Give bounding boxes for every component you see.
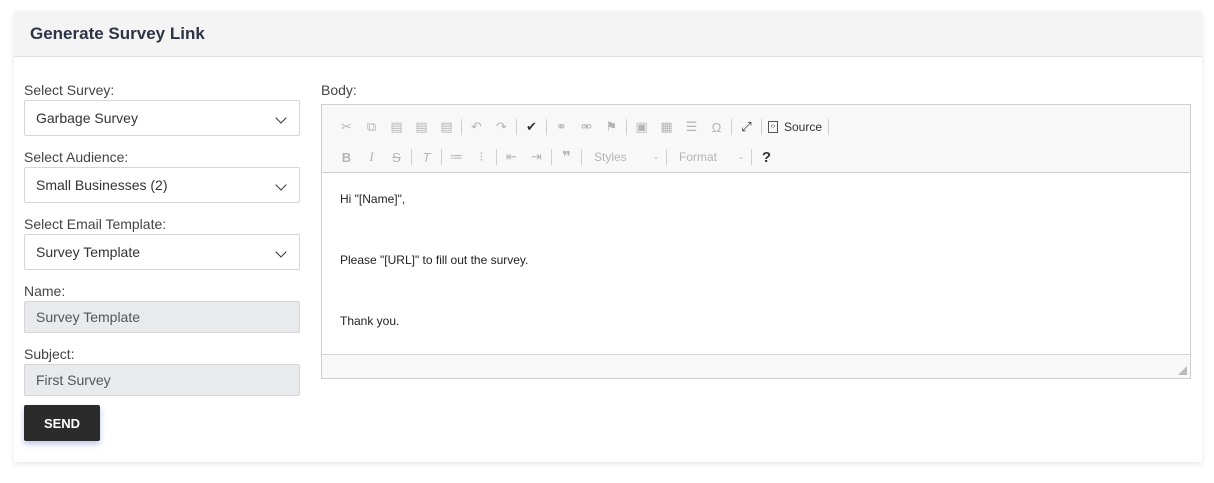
styles-dropdown[interactable]: Styles - xyxy=(584,146,664,168)
redo-icon[interactable]: ↷ xyxy=(489,116,514,138)
source-icon: ‹› xyxy=(768,121,778,133)
remove-format-icon[interactable]: T xyxy=(414,146,439,168)
undo-icon[interactable]: ↶ xyxy=(464,116,489,138)
link-icon[interactable]: ⚭ xyxy=(549,116,574,138)
form-left-column: Select Survey: Garbage Survey Select Aud… xyxy=(24,82,300,441)
template-select[interactable]: Survey Template xyxy=(24,234,300,270)
editor-toolbar: ✂ ⧉ ▤ ▤ ▤ ↶ ↷ ✔ ⚭ ⚮ ⚑ ▣ ▦ ☰ Ω ⤢ ‹› Sourc… xyxy=(322,105,1190,173)
anchor-icon[interactable]: ⚑ xyxy=(599,116,624,138)
name-label: Name: xyxy=(24,283,66,299)
body-paragraph: Please "[URL]" to fill out the survey. xyxy=(340,253,529,267)
table-icon[interactable]: ▦ xyxy=(654,116,679,138)
chevron-down-icon xyxy=(275,112,287,124)
chevron-down-icon: - xyxy=(739,150,743,164)
body-label: Body: xyxy=(321,82,357,98)
styles-label: Styles xyxy=(594,150,627,164)
source-button[interactable]: ‹› Source xyxy=(764,116,826,138)
bold-icon[interactable]: B xyxy=(334,146,359,168)
blockquote-icon[interactable]: ❞ xyxy=(554,146,579,168)
rich-text-editor: ✂ ⧉ ▤ ▤ ▤ ↶ ↷ ✔ ⚭ ⚮ ⚑ ▣ ▦ ☰ Ω ⤢ ‹› Sourc… xyxy=(321,104,1191,379)
audience-select[interactable]: Small Businesses (2) xyxy=(24,167,300,203)
chevron-down-icon xyxy=(275,179,287,191)
strike-icon[interactable]: S xyxy=(384,146,409,168)
survey-select[interactable]: Garbage Survey xyxy=(24,100,300,136)
help-icon[interactable]: ? xyxy=(754,146,779,168)
card-header: Generate Survey Link xyxy=(14,11,1202,57)
subject-label: Subject: xyxy=(24,346,75,362)
subject-field[interactable]: First Survey xyxy=(24,364,300,396)
cut-icon[interactable]: ✂ xyxy=(334,116,359,138)
editor-status-bar xyxy=(322,354,1190,378)
survey-link-card: Generate Survey Link Select Survey: Garb… xyxy=(14,11,1202,462)
resize-handle-icon[interactable] xyxy=(1178,366,1187,375)
audience-label: Select Audience: xyxy=(24,149,129,165)
paste-icon[interactable]: ▤ xyxy=(384,116,409,138)
unlink-icon[interactable]: ⚮ xyxy=(574,116,599,138)
chevron-down-icon xyxy=(275,246,287,258)
italic-icon[interactable]: I xyxy=(359,146,384,168)
outdent-icon[interactable]: ⇤ xyxy=(499,146,524,168)
template-label: Select Email Template: xyxy=(24,216,167,232)
audience-select-value: Small Businesses (2) xyxy=(36,177,168,193)
body-paragraph: Hi "[Name]", xyxy=(340,192,406,206)
toolbar-row-1: ✂ ⧉ ▤ ▤ ▤ ↶ ↷ ✔ ⚭ ⚮ ⚑ ▣ ▦ ☰ Ω ⤢ ‹› Sourc… xyxy=(334,112,1190,142)
survey-select-value: Garbage Survey xyxy=(36,110,138,126)
indent-icon[interactable]: ⇥ xyxy=(524,146,549,168)
spellcheck-icon[interactable]: ✔ xyxy=(519,116,544,138)
horizontal-line-icon[interactable]: ☰ xyxy=(679,116,704,138)
paste-word-icon[interactable]: ▤ xyxy=(434,116,459,138)
numbered-list-icon[interactable]: ≔ xyxy=(444,146,469,168)
editor-body[interactable]: Hi "[Name]", Please "[URL]" to fill out … xyxy=(322,173,1190,354)
chevron-down-icon: - xyxy=(654,150,658,164)
format-dropdown[interactable]: Format - xyxy=(669,146,749,168)
form-right-column: Body: ✂ ⧉ ▤ ▤ ▤ ↶ ↷ ✔ ⚭ ⚮ ⚑ ▣ ▦ ☰ Ω ⤢ ‹›… xyxy=(321,82,1191,379)
survey-label: Select Survey: xyxy=(24,82,115,98)
paste-text-icon[interactable]: ▤ xyxy=(409,116,434,138)
template-select-value: Survey Template xyxy=(36,244,141,260)
toolbar-row-2: B I S T ≔ ⁝ ⇤ ⇥ ❞ Styles - Format - ? xyxy=(334,142,1190,172)
page-title: Generate Survey Link xyxy=(30,23,205,43)
maximize-icon[interactable]: ⤢ xyxy=(734,116,759,138)
send-button[interactable]: SEND xyxy=(24,405,100,441)
name-field[interactable]: Survey Template xyxy=(24,301,300,333)
image-icon[interactable]: ▣ xyxy=(629,116,654,138)
source-label: Source xyxy=(784,120,823,134)
special-char-icon[interactable]: Ω xyxy=(704,116,729,138)
format-label: Format xyxy=(679,150,718,164)
copy-icon[interactable]: ⧉ xyxy=(359,116,384,138)
bulleted-list-icon[interactable]: ⁝ xyxy=(469,146,494,168)
